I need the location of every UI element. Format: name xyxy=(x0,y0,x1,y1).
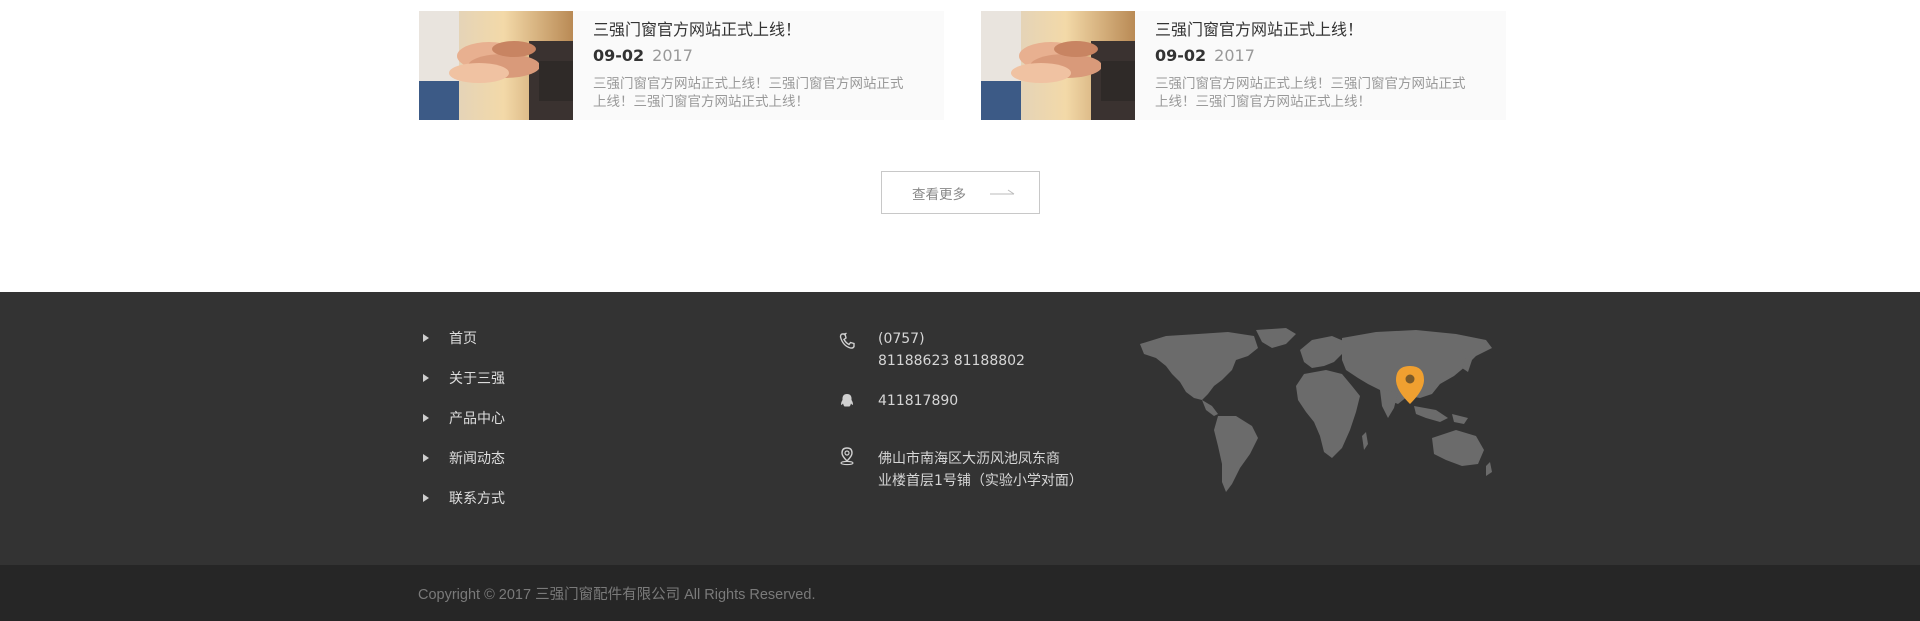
qq-number[interactable]: 411817890 xyxy=(878,390,958,412)
world-map xyxy=(1140,328,1492,492)
news-date-md: 09-02 xyxy=(1155,46,1207,65)
triangle-right-icon xyxy=(423,414,429,422)
footer-nav-label: 关于三强 xyxy=(449,371,505,387)
news-date-year: 2017 xyxy=(652,46,693,65)
triangle-right-icon xyxy=(423,494,429,502)
phone-numbers[interactable]: 81188623 81188802 xyxy=(878,350,1025,372)
footer: 首页 关于三强 产品中心 新闻动态 联系方式 (0757) 81188623 8… xyxy=(0,292,1920,565)
news-date-md: 09-02 xyxy=(593,46,645,65)
news-date-year: 2017 xyxy=(1214,46,1255,65)
triangle-right-icon xyxy=(423,334,429,342)
news-list: 三强门窗官方网站正式上线！ 09-02 2017 三强门窗官方网站正式上线！三强门… xyxy=(419,11,1506,120)
news-date: 09-02 2017 xyxy=(593,46,693,65)
view-more-button[interactable]: 查看更多 xyxy=(881,171,1040,214)
qq-icon xyxy=(841,394,853,407)
triangle-right-icon xyxy=(423,454,429,462)
page: 三强门窗官方网站正式上线！ 09-02 2017 三强门窗官方网站正式上线！三强门… xyxy=(0,0,1920,621)
phone-area-code: (0757) xyxy=(878,331,925,347)
view-more-label: 查看更多 xyxy=(912,186,966,203)
footer-nav-label: 首页 xyxy=(449,331,477,347)
location-icon xyxy=(840,447,854,466)
footer-nav-item-news[interactable]: 新闻动态 xyxy=(419,448,505,468)
news-thumbnail[interactable] xyxy=(419,11,573,120)
news-desc-line: 三强门窗官方网站正式上线！三强门窗官方网站正式 xyxy=(593,76,904,92)
news-desc-line: 上线！三强门窗官方网站正式上线！ xyxy=(593,94,809,110)
news-date: 09-02 2017 xyxy=(1155,46,1255,65)
copyright-bar: Copyright © 2017 三强门窗配件有限公司 All Rights R… xyxy=(0,565,1920,621)
address-line: 佛山市南海区大沥风池凤东商 xyxy=(878,451,1060,467)
news-card[interactable]: 三强门窗官方网站正式上线！ 09-02 2017 三强门窗官方网站正式上线！三强门… xyxy=(419,11,944,120)
news-desc: 三强门窗官方网站正式上线！三强门窗官方网站正式 上线！三强门窗官方网站正式上线！ xyxy=(593,75,935,111)
footer-nav-label: 产品中心 xyxy=(449,411,505,427)
arrow-right-icon xyxy=(990,189,1015,195)
footer-nav-item-about[interactable]: 关于三强 xyxy=(419,368,505,388)
address-line: 业楼首层1号铺（实验小学对面） xyxy=(878,473,1083,489)
copyright-text: Copyright © 2017 三强门窗配件有限公司 All Rights R… xyxy=(418,587,816,603)
footer-nav-item-contact[interactable]: 联系方式 xyxy=(419,488,505,508)
news-title[interactable]: 三强门窗官方网站正式上线！ xyxy=(593,16,801,40)
footer-nav-item-products[interactable]: 产品中心 xyxy=(419,408,505,428)
phone-icon xyxy=(839,332,855,349)
news-title[interactable]: 三强门窗官方网站正式上线！ xyxy=(1155,16,1363,40)
news-desc: 三强门窗官方网站正式上线！三强门窗官方网站正式 上线！三强门窗官方网站正式上线！ xyxy=(1155,75,1497,111)
triangle-right-icon xyxy=(423,374,429,382)
footer-nav-item-home[interactable]: 首页 xyxy=(419,328,477,348)
news-card[interactable]: 三强门窗官方网站正式上线！ 09-02 2017 三强门窗官方网站正式上线！三强门… xyxy=(981,11,1506,120)
footer-nav-label: 联系方式 xyxy=(449,491,505,507)
news-desc-line: 三强门窗官方网站正式上线！三强门窗官方网站正式 xyxy=(1155,76,1466,92)
news-thumbnail[interactable] xyxy=(981,11,1135,120)
footer-nav-label: 新闻动态 xyxy=(449,451,505,467)
news-desc-line: 上线！三强门窗官方网站正式上线！ xyxy=(1155,94,1371,110)
